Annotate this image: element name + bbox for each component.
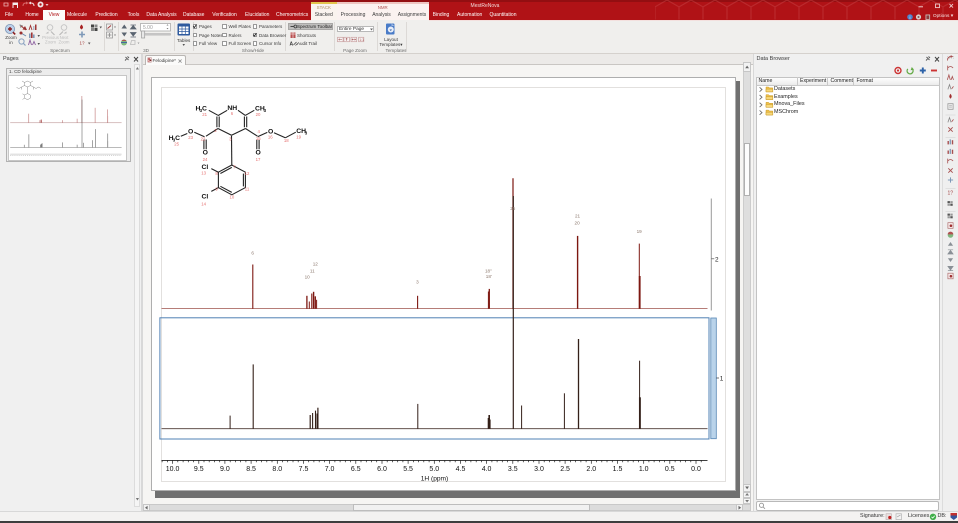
svg-text:8.5: 8.5 bbox=[246, 466, 256, 473]
svg-text:18'': 18'' bbox=[485, 268, 492, 273]
svg-text:3.5: 3.5 bbox=[508, 466, 518, 473]
svg-text:19: 19 bbox=[296, 135, 301, 140]
svg-text:7.0: 7.0 bbox=[325, 466, 335, 473]
svg-text:17: 17 bbox=[256, 157, 261, 162]
svg-text:9.5: 9.5 bbox=[194, 466, 204, 473]
svg-text:24: 24 bbox=[203, 157, 208, 162]
svg-text:1.0: 1.0 bbox=[639, 466, 649, 473]
svg-text:2.0: 2.0 bbox=[586, 466, 596, 473]
svg-text:21: 21 bbox=[575, 214, 581, 219]
svg-text:15: 15 bbox=[256, 136, 261, 141]
svg-text:4.0: 4.0 bbox=[482, 466, 492, 473]
svg-text:10: 10 bbox=[305, 275, 311, 280]
svg-text:in: in bbox=[9, 39, 13, 44]
svg-text:O: O bbox=[203, 150, 208, 157]
svg-text:0.5: 0.5 bbox=[665, 466, 675, 473]
svg-text:O: O bbox=[256, 150, 261, 157]
svg-text:21: 21 bbox=[202, 112, 207, 117]
svg-text:4: 4 bbox=[258, 129, 261, 134]
svg-text:18: 18 bbox=[284, 138, 289, 143]
svg-text:10: 10 bbox=[230, 195, 235, 200]
svg-text:18': 18' bbox=[486, 274, 492, 279]
svg-text:1.5: 1.5 bbox=[613, 466, 623, 473]
svg-text:12: 12 bbox=[245, 171, 250, 176]
svg-text:2: 2 bbox=[715, 256, 719, 263]
svg-text:5.0: 5.0 bbox=[429, 466, 439, 473]
svg-text:20: 20 bbox=[575, 220, 581, 225]
svg-text:25: 25 bbox=[510, 206, 516, 211]
svg-text:11: 11 bbox=[310, 268, 315, 273]
svg-text:13: 13 bbox=[201, 170, 206, 175]
svg-text:6: 6 bbox=[251, 251, 254, 256]
svg-text:Zoom: Zoom bbox=[45, 39, 56, 44]
svg-text:10.0: 10.0 bbox=[166, 466, 180, 473]
svg-text:23: 23 bbox=[188, 135, 193, 140]
svg-text:Cl: Cl bbox=[202, 194, 209, 201]
svg-text:7.5: 7.5 bbox=[299, 466, 309, 473]
svg-text:1:1: 1:1 bbox=[359, 38, 364, 42]
svg-text:20: 20 bbox=[256, 112, 261, 117]
svg-text:6.5: 6.5 bbox=[351, 466, 361, 473]
svg-text:25: 25 bbox=[174, 142, 179, 147]
svg-text:3.0: 3.0 bbox=[534, 466, 544, 473]
svg-text:11: 11 bbox=[245, 187, 250, 192]
svg-text:A: A bbox=[290, 42, 294, 48]
svg-text:16: 16 bbox=[268, 134, 273, 139]
svg-text:3: 3 bbox=[416, 280, 419, 285]
svg-text:2.5: 2.5 bbox=[560, 466, 570, 473]
svg-text:1?: 1? bbox=[80, 40, 86, 45]
svg-text:3: 3 bbox=[264, 108, 267, 113]
svg-text:Zoom: Zoom bbox=[59, 39, 70, 44]
svg-text:Tables: Tables bbox=[177, 38, 191, 43]
svg-text:0.0: 0.0 bbox=[691, 466, 701, 473]
svg-text:1: 1 bbox=[720, 376, 724, 383]
svg-text:5.5: 5.5 bbox=[403, 466, 413, 473]
svg-text:4.5: 4.5 bbox=[456, 466, 466, 473]
svg-text:22: 22 bbox=[201, 136, 206, 141]
svg-text:19: 19 bbox=[637, 229, 643, 234]
svg-text:1H (ppm): 1H (ppm) bbox=[421, 476, 448, 483]
svg-text:14: 14 bbox=[201, 201, 206, 206]
svg-text:12: 12 bbox=[313, 262, 319, 267]
svg-text:8.0: 8.0 bbox=[272, 466, 282, 473]
svg-text:9.0: 9.0 bbox=[220, 466, 230, 473]
svg-text:1?: 1? bbox=[947, 191, 953, 197]
svg-text:3: 3 bbox=[305, 131, 308, 136]
svg-text:5.00: 5.00 bbox=[143, 25, 153, 31]
svg-text:6.0: 6.0 bbox=[377, 466, 387, 473]
